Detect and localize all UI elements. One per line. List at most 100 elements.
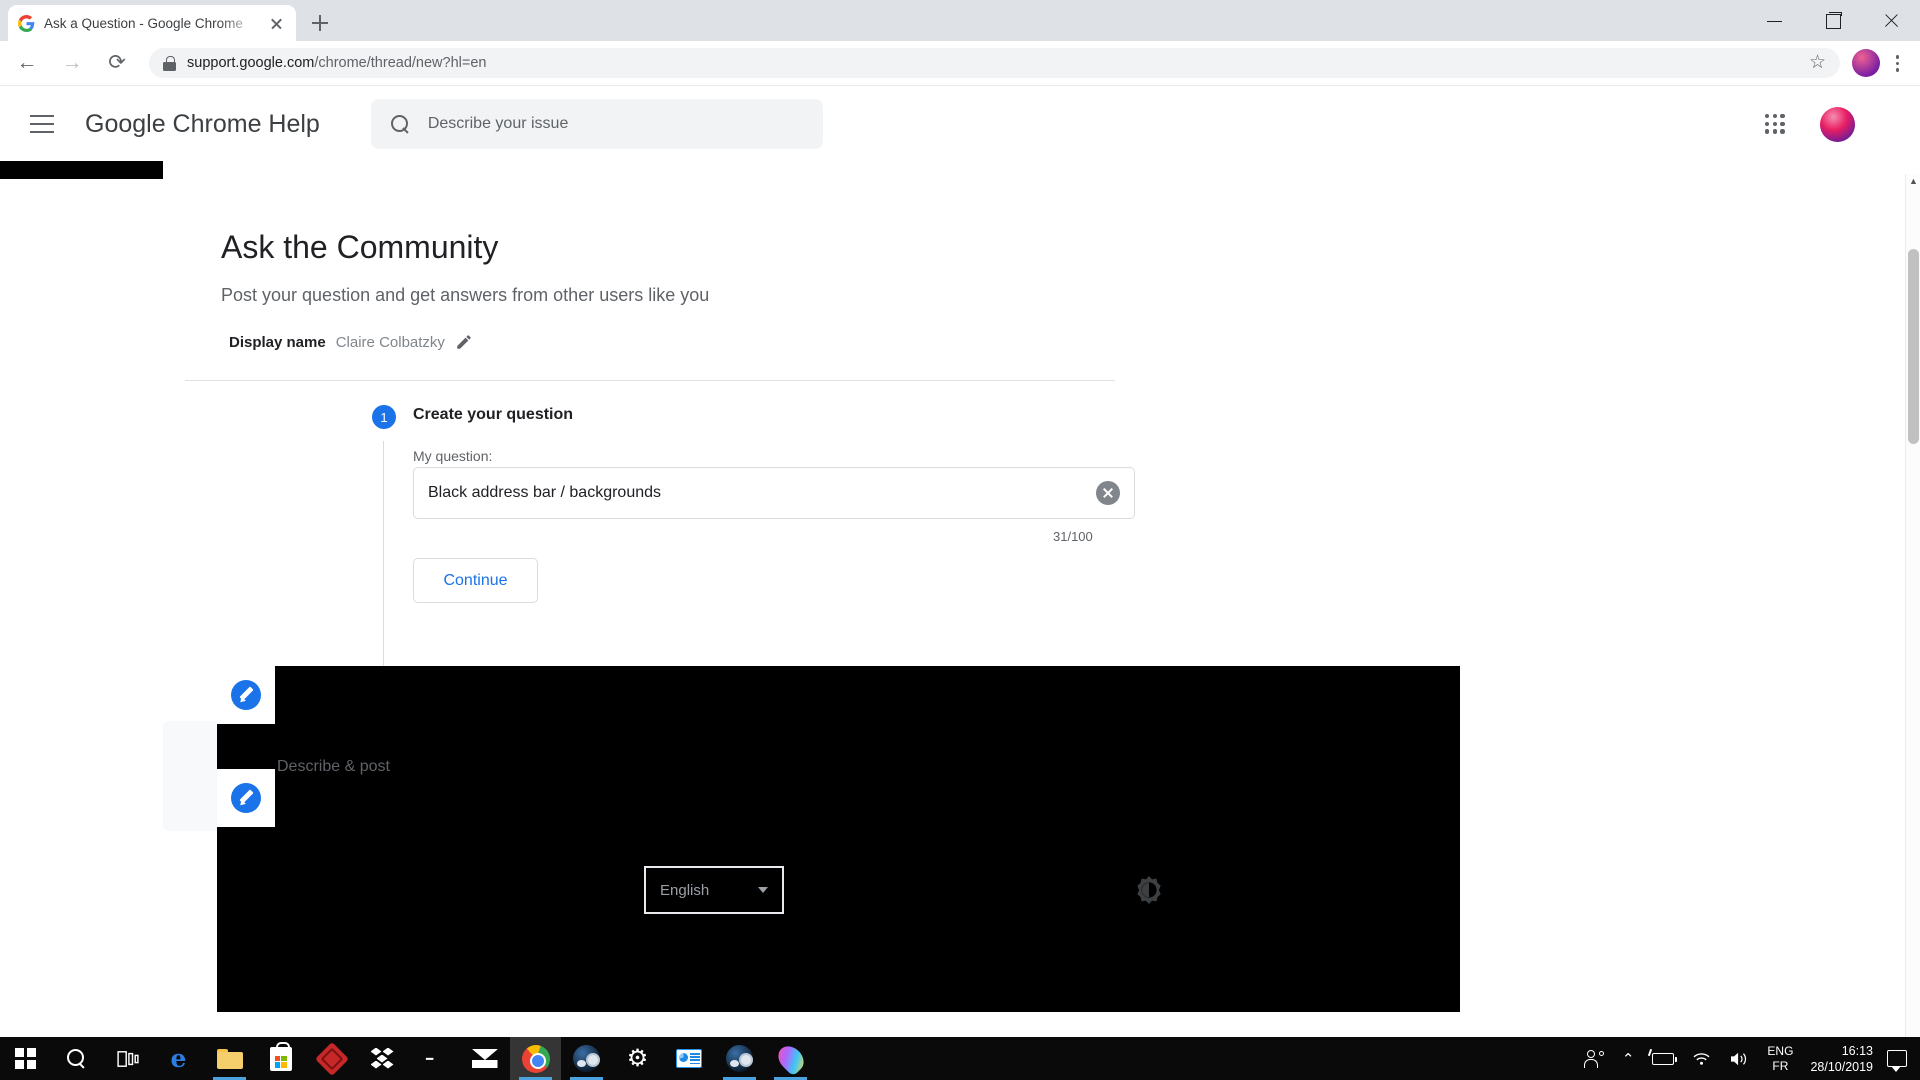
url-domain: support.google.com: [187, 55, 315, 71]
action-center-icon[interactable]: [1887, 1050, 1907, 1072]
mail-button[interactable]: [459, 1037, 510, 1080]
page-title: Ask the Community: [221, 229, 499, 265]
new-tab-button[interactable]: [304, 7, 336, 39]
url-text: support.google.com/chrome/thread/new?hl=…: [187, 55, 486, 71]
scroll-up-button[interactable]: ▲: [1906, 174, 1920, 189]
omen-button[interactable]: [306, 1037, 357, 1080]
clock[interactable]: 16:13 28/10/2019: [1802, 1043, 1887, 1075]
language-indicator[interactable]: ENG FR: [1758, 1044, 1802, 1074]
close-window-button[interactable]: [1862, 0, 1920, 41]
clock-time: 16:13: [1841, 1043, 1873, 1058]
wifi-icon: [1693, 1053, 1710, 1065]
task-view-icon: [116, 1050, 139, 1067]
envelope-icon: [471, 1049, 498, 1068]
language-select[interactable]: English: [644, 866, 784, 914]
back-button[interactable]: ←: [7, 43, 47, 83]
pencil-badge-icon: [231, 680, 261, 710]
lightning-icon: ╴: [426, 1044, 441, 1073]
steam-icon: [726, 1045, 753, 1072]
account-avatar[interactable]: [1820, 107, 1855, 142]
reload-icon: ⟳: [108, 51, 126, 74]
chevron-down-icon: [758, 887, 768, 893]
page-subtitle: Post your question and get answers from …: [221, 285, 710, 305]
help-search-placeholder: Describe your issue: [427, 115, 569, 132]
black-render-overlay: Describe & post English: [217, 666, 1460, 1012]
browser-tab[interactable]: Ask a Question - Google Chrome: [8, 5, 296, 41]
step-2-pencil-chip[interactable]: [217, 666, 275, 724]
google-apps-grid-icon[interactable]: [1765, 114, 1785, 134]
dropbox-button[interactable]: [357, 1037, 408, 1080]
pencil-icon[interactable]: [455, 333, 473, 351]
language-primary: ENG: [1767, 1043, 1794, 1058]
display-name-value: Claire Colbatzky: [335, 333, 445, 351]
language-secondary: FR: [1772, 1058, 1789, 1073]
folder-icon: [216, 1048, 243, 1069]
volume-icon: [1731, 1052, 1747, 1065]
search-icon: [67, 1049, 86, 1068]
taskbar-search-button[interactable]: [51, 1037, 102, 1080]
store-icon: [269, 1041, 292, 1071]
lock-icon: [163, 56, 176, 71]
describe-post-label: Describe & post: [277, 758, 390, 775]
page-scrollbar[interactable]: ▲ ▼: [1905, 174, 1920, 1037]
clear-circle-icon[interactable]: [1096, 481, 1120, 505]
tab-close-icon[interactable]: [267, 14, 286, 33]
chevron-up-icon: ⌃: [1621, 1050, 1635, 1068]
paint3d-button[interactable]: [765, 1037, 816, 1080]
settings-button[interactable]: ⚙: [612, 1037, 663, 1080]
people-icon: [1583, 1049, 1604, 1068]
steam-2-button[interactable]: [714, 1037, 765, 1080]
show-hidden-icons-button[interactable]: ⌃: [1613, 1037, 1644, 1080]
battery-charging-icon: [1648, 1048, 1678, 1065]
forward-button[interactable]: →: [52, 43, 92, 83]
system-tray: ⌃ ENG FR 16:13 28/10/2019: [1575, 1037, 1920, 1080]
edge-button[interactable]: e: [153, 1037, 204, 1080]
reload-button[interactable]: ⟳: [97, 43, 137, 83]
start-button[interactable]: [0, 1037, 51, 1080]
maximize-button[interactable]: [1804, 0, 1862, 41]
hamburger-icon[interactable]: [30, 115, 54, 133]
address-bar[interactable]: support.google.com/chrome/thread/new?hl=…: [149, 48, 1840, 78]
people-button[interactable]: [1575, 1037, 1613, 1080]
network-button[interactable]: [1683, 1037, 1720, 1080]
edge-icon: e: [170, 1044, 187, 1073]
question-input-value: Black address bar / backgrounds: [428, 484, 662, 501]
three-dot-menu-icon[interactable]: [1880, 43, 1914, 83]
browser-window: Ask a Question - Google Chrome ← → ⟳ sup…: [0, 0, 1920, 1080]
question-field-label: My question:: [413, 448, 493, 464]
question-input[interactable]: Black address bar / backgrounds: [413, 467, 1135, 519]
help-search-input[interactable]: Describe your issue: [370, 99, 823, 149]
card-app-button[interactable]: [663, 1037, 714, 1080]
volume-button[interactable]: [1720, 1037, 1758, 1080]
step-1-badge: 1: [372, 405, 396, 429]
language-select-value: English: [660, 881, 710, 899]
battery-button[interactable]: [1643, 1037, 1683, 1080]
step-connector-line: [383, 441, 384, 689]
tab-title: Ask a Question - Google Chrome: [44, 15, 243, 31]
pencil-badge-icon: [231, 783, 261, 813]
display-name-row: Display name Claire Colbatzky: [229, 333, 473, 351]
back-arrow-icon: ←: [16, 51, 38, 74]
task-view-button[interactable]: [102, 1037, 153, 1080]
windows-taskbar: e ╴ ⚙ ⌃ ENG FR 16:13 28/10/2019: [0, 1037, 1920, 1080]
continue-button[interactable]: Continue: [413, 558, 538, 603]
step-1-title: Create your question: [413, 406, 574, 423]
window-controls: [1746, 0, 1920, 41]
minimize-button[interactable]: [1746, 0, 1804, 41]
gear-icon: ⚙: [626, 1044, 649, 1072]
profile-avatar[interactable]: [1852, 49, 1880, 77]
file-explorer-button[interactable]: [204, 1037, 255, 1080]
bookmark-star-icon[interactable]: ☆: [1809, 52, 1826, 74]
clock-date: 28/10/2019: [1810, 1059, 1873, 1074]
browser-toolbar: ← → ⟳ support.google.com/chrome/thread/n…: [0, 41, 1920, 86]
microsoft-store-button[interactable]: [255, 1037, 306, 1080]
describe-post-pencil-chip[interactable]: [217, 769, 275, 827]
lightning-app-button[interactable]: ╴: [408, 1037, 459, 1080]
forward-arrow-icon: →: [61, 51, 83, 74]
chrome-button[interactable]: [510, 1037, 561, 1080]
scrollbar-thumb[interactable]: [1908, 249, 1919, 444]
help-center-title: Google Chrome Help: [85, 109, 320, 138]
brightness-dark-mode-icon[interactable]: [1135, 876, 1163, 904]
steam-button[interactable]: [561, 1037, 612, 1080]
windows-logo-icon: [15, 1048, 36, 1069]
